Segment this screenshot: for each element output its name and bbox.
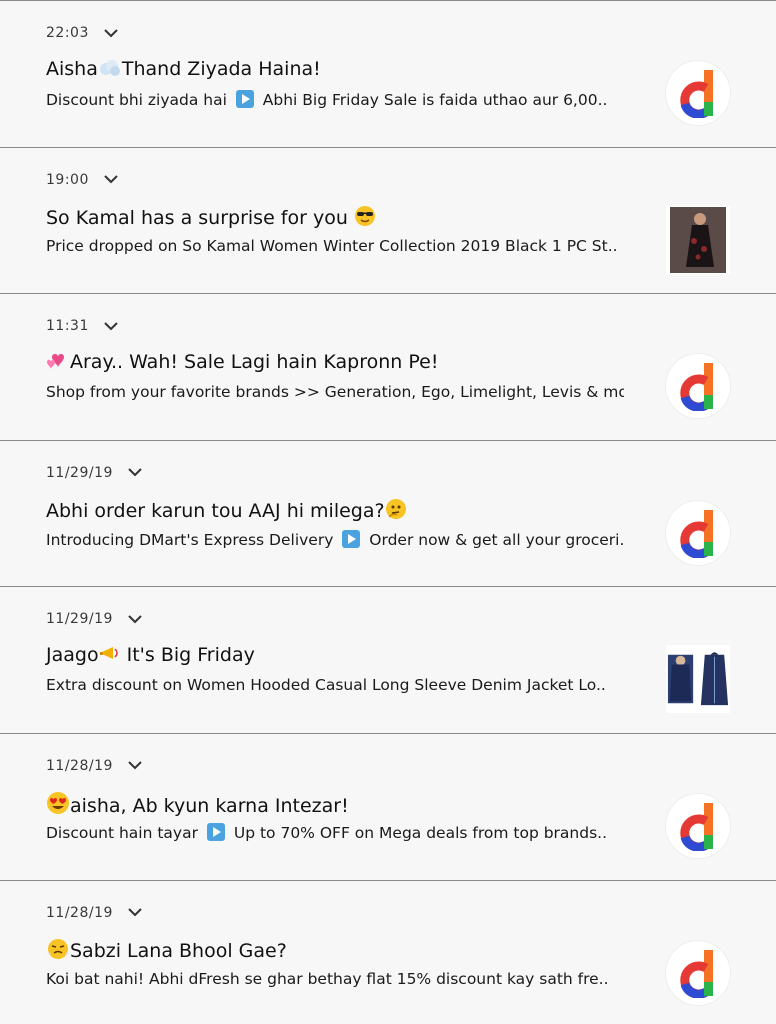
heart-eyes-emoji-icon [46,791,70,820]
notification-body: Extra discount on Women Hooded Casual Lo… [46,676,624,694]
daraz-logo-icon[interactable] [666,354,730,419]
title-text: Sabzi Lana Bhool Gae? [70,939,287,962]
notification-item[interactable]: 11/29/19 Jaago It's Big Friday Extra dis… [0,587,776,734]
notification-time: 22:03 [46,25,89,41]
notification-header: 11/29/19 [46,461,143,485]
chevron-down-icon[interactable] [103,172,119,188]
notification-item[interactable]: 11:31 Aray.. Wah! Sale Lagi hain Kapronn… [0,294,776,441]
body-text: Koi bat nahi! Abhi dFresh se ghar bethay… [46,969,609,988]
notification-time: 11/29/19 [46,611,113,628]
body-text: Abhi Big Friday Sale is faida uthao aur … [262,91,608,109]
notification-item[interactable]: 11/28/19 aisha, Ab kyun karna Intezar! D… [0,733,776,881]
notification-header: 11:31 [46,314,119,338]
chevron-down-icon[interactable] [127,758,143,774]
daraz-logo-icon[interactable] [666,500,730,565]
cloud-emoji-icon [98,58,122,83]
title-text: Abhi order karun tou AAJ hi milega? [46,499,385,522]
notification-body: Koi bat nahi! Abhi dFresh se ghar bethay… [46,970,624,988]
play-icon [235,90,254,108]
notification-time: 19:00 [46,171,89,188]
chevron-down-icon[interactable] [103,25,119,41]
body-text: Extra discount on Women Hooded Casual Lo… [46,676,606,695]
sunglasses-emoji-icon [354,205,376,232]
notification-header: 19:00 [46,168,119,192]
body-text: Up to 70% OFF on Mega deals from top bra… [233,823,608,842]
product-photo-jacket-icon[interactable] [666,645,730,714]
notification-time: 11/28/19 [46,904,113,921]
title-text: Jaago [46,644,99,667]
notification-time: 11/28/19 [46,757,113,774]
chevron-down-icon[interactable] [127,465,143,481]
notification-item[interactable]: 11/28/19 Sabzi Lana Bhool Gae? Koi bat n… [0,880,776,1024]
title-text: So Kamal has a surprise for you [46,206,348,229]
notification-time: 11:31 [46,318,89,335]
body-text: Discount bhi ziyada hai [46,91,227,109]
chevron-down-icon[interactable] [127,611,143,627]
notification-header: 11/29/19 [46,607,143,631]
notification-title: aisha, Ab kyun karna Intezar! [46,791,349,820]
notification-body: Discount bhi ziyada hai Abhi Big Friday … [46,90,624,109]
notification-title: Jaago It's Big Friday [46,644,255,669]
title-text: Aray.. Wah! Sale Lagi hain Kapronn Pe! [70,351,439,374]
notification-item[interactable]: 11/29/19 Abhi order karun tou AAJ hi mil… [0,440,776,588]
title-text: It's Big Friday [120,644,255,667]
notification-title: Aisha Thand Ziyada Haina! [46,58,321,83]
title-text: Aisha [46,58,98,80]
body-text: Introducing DMart's Express Delivery [46,530,334,549]
notification-body: Discount hain tayar Up to 70% OFF on Meg… [46,822,624,842]
play-icon [206,822,225,841]
play-icon [342,529,361,548]
body-text: Price dropped on So Kamal Women Winter C… [46,236,618,255]
notification-title: Abhi order karun tou AAJ hi milega? [46,498,407,525]
notification-title: Aray.. Wah! Sale Lagi hain Kapronn Pe! [46,351,438,376]
body-text: Order now & get all your groceri.. [369,530,624,549]
chevron-down-icon[interactable] [103,318,119,334]
chevron-down-icon[interactable] [127,905,143,921]
body-text: Shop from your favorite brands >> Genera… [46,383,624,402]
notification-body: Price dropped on So Kamal Women Winter C… [46,237,624,255]
notification-body: Shop from your favorite brands >> Genera… [46,383,624,401]
daraz-logo-icon[interactable] [666,793,730,858]
huffing-emoji-icon [46,938,70,965]
notification-header: 22:03 [46,21,119,45]
notification-title: Sabzi Lana Bhool Gae? [46,938,287,965]
horn-emoji-icon [99,644,121,669]
daraz-logo-icon[interactable] [666,61,730,125]
notification-title: So Kamal has a surprise for you [46,205,376,232]
notification-header: 11/28/19 [46,901,143,925]
product-photo-dress-icon[interactable] [666,205,730,274]
title-text: aisha, Ab kyun karna Intezar! [70,794,349,817]
title-text: Thand Ziyada Haina! [121,58,321,80]
notification-item[interactable]: 22:03 Aisha Thand Ziyada Haina! Discount … [0,1,776,148]
hearts-emoji-icon [46,351,70,376]
notification-body: Introducing DMart's Express Delivery Ord… [46,529,624,549]
notification-item[interactable]: 19:00 So Kamal has a surprise for you Pr… [0,147,776,295]
notification-header: 11/28/19 [46,754,143,778]
notification-list: 22:03 Aisha Thand Ziyada Haina! Discount … [0,0,776,1024]
notification-time: 11/29/19 [46,464,113,481]
body-text: Discount hain tayar [46,823,198,842]
daraz-logo-icon[interactable] [666,940,730,1005]
thinking-emoji-icon [385,498,407,525]
